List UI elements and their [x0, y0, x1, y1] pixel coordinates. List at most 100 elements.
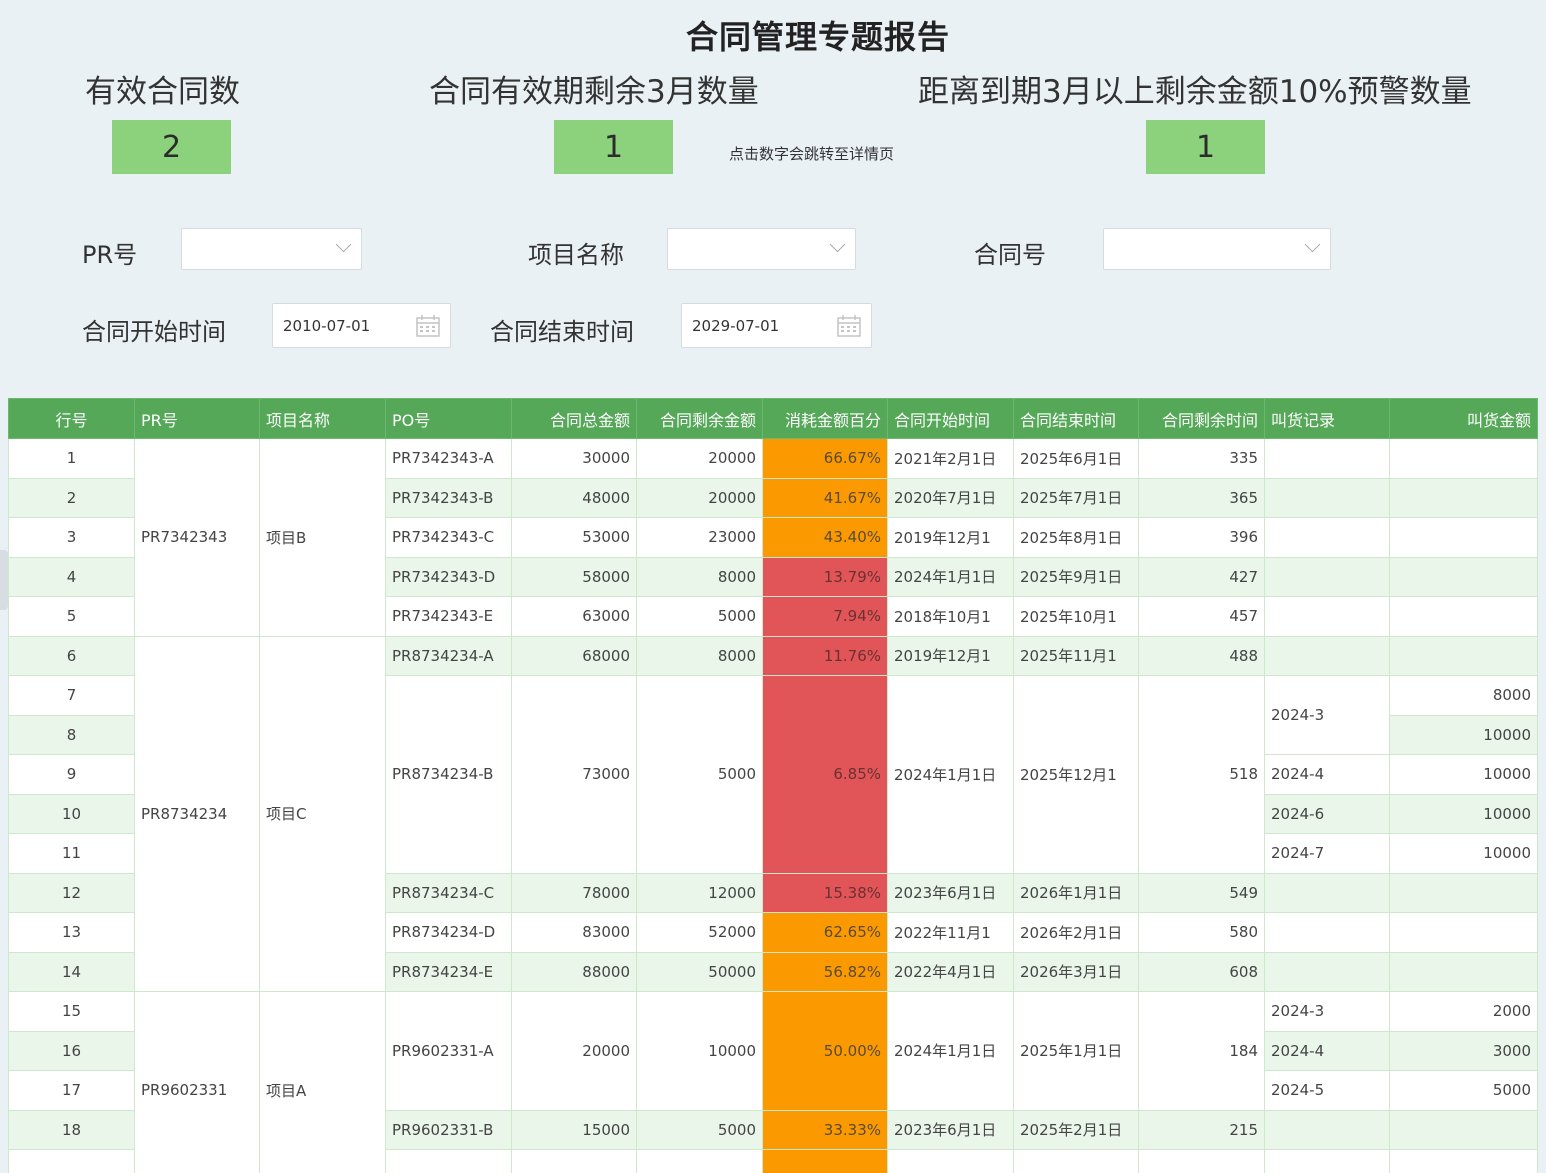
total-amount-cell: 15000	[511, 1109, 637, 1150]
order-amount-cell: 3000	[1389, 1030, 1538, 1071]
end-date-input[interactable]: 2029-07-01	[681, 303, 872, 348]
row-number-cell: 10	[8, 793, 135, 834]
calendar-icon[interactable]	[416, 315, 440, 337]
end-date-cell: 2025年7月1日	[1013, 477, 1139, 518]
header-pr[interactable]: PR号	[134, 398, 260, 439]
order-record-cell: 2024-6	[1264, 793, 1390, 834]
row-number-cell: 17	[8, 1070, 135, 1111]
row-number-cell: 8	[8, 714, 135, 755]
header-order-amount[interactable]: 叫货金额	[1389, 398, 1538, 439]
header-end-date[interactable]: 合同结束时间	[1013, 398, 1139, 439]
remaining-amount-cell: 12000	[636, 872, 763, 913]
order-amount-cell	[1389, 477, 1538, 518]
kpi-value-valid-contracts[interactable]: 2	[112, 120, 231, 174]
po-cell[interactable]: PR7342343-A	[385, 438, 512, 479]
order-amount-cell	[1389, 596, 1538, 637]
pr-filter-select[interactable]	[181, 228, 362, 270]
end-date-cell: 2026年1月1日	[1013, 872, 1139, 913]
order-amount-cell	[1389, 1109, 1538, 1150]
pr-filter-label: PR号	[82, 241, 138, 269]
kpi-value-expiring-3-months[interactable]: 1	[554, 120, 673, 174]
row-number-cell: 13	[8, 912, 135, 953]
end-date-cell: 2025年8月1日	[1013, 517, 1139, 558]
start-date-cell: 2022年4月1日	[887, 951, 1014, 992]
project-cell: 项目C	[259, 635, 386, 992]
header-order-record[interactable]: 叫货记录	[1264, 398, 1390, 439]
table-row[interactable]: 6 PR8734234 项目C PR8734234-A 68000 8000 11.76% 2…	[8, 635, 1538, 992]
order-record-cell: 2024-3	[1264, 991, 1390, 1032]
remaining-amount-cell: 5000	[636, 1109, 763, 1150]
header-remaining-amount[interactable]: 合同剩余金额	[636, 398, 763, 439]
remaining-days-cell: 457	[1138, 596, 1265, 637]
end-date-cell: 2025年2月1日	[1013, 1109, 1139, 1150]
po-cell[interactable]: PR8734234-B	[385, 675, 512, 874]
order-record-cell: 2024-5	[1264, 1070, 1390, 1111]
po-cell[interactable]: PR8734234-A	[385, 635, 512, 676]
total-amount-cell: 30000	[511, 438, 637, 479]
order-amount-cell	[1389, 872, 1538, 913]
end-date-cell	[1013, 1149, 1139, 1173]
po-cell[interactable]: PR7342343-C	[385, 517, 512, 558]
po-cell[interactable]: PR9602331-B	[385, 1109, 512, 1150]
row-number-cell: 12	[8, 872, 135, 913]
remaining-amount-cell: 23000	[636, 517, 763, 558]
remaining-amount-cell: 50000	[636, 951, 763, 992]
po-cell[interactable]	[385, 1149, 512, 1173]
order-amount-cell: 8000	[1389, 675, 1538, 716]
po-cell[interactable]: PR8734234-D	[385, 912, 512, 953]
project-cell: 项目B	[259, 438, 386, 637]
project-cell: 项目A	[259, 991, 386, 1173]
remaining-amount-cell: 20000	[636, 477, 763, 518]
order-record-cell	[1264, 517, 1390, 558]
order-record-cell	[1264, 556, 1390, 597]
start-date-cell	[887, 1149, 1014, 1173]
remaining-days-cell: 184	[1138, 991, 1265, 1111]
start-date-cell: 2019年12月1	[887, 517, 1014, 558]
order-record-cell: 2024-3	[1264, 675, 1390, 755]
kpi-value-balance-warning[interactable]: 1	[1146, 120, 1265, 174]
total-amount-cell: 73000	[511, 675, 637, 874]
header-po[interactable]: PO号	[385, 398, 512, 439]
contract-filter-select[interactable]	[1103, 228, 1331, 270]
header-consumed-pct[interactable]: 消耗金额百分	[762, 398, 888, 439]
row-number-cell: 18	[8, 1109, 135, 1150]
order-record-cell	[1264, 635, 1390, 676]
end-date-cell: 2025年6月1日	[1013, 438, 1139, 479]
start-date-cell: 2024年1月1日	[887, 675, 1014, 874]
po-cell[interactable]: PR8734234-C	[385, 872, 512, 913]
order-amount-cell	[1389, 438, 1538, 479]
header-project[interactable]: 项目名称	[259, 398, 386, 439]
consumed-pct-cell: 50.00%	[762, 991, 888, 1111]
side-panel-toggle[interactable]	[0, 550, 8, 610]
remaining-amount-cell: 8000	[636, 635, 763, 676]
total-amount-cell: 78000	[511, 872, 637, 913]
po-cell[interactable]: PR9602331-A	[385, 991, 512, 1111]
page-title: 合同管理专题报告	[685, 18, 950, 56]
header-row-number[interactable]: 行号	[8, 398, 135, 439]
order-amount-cell	[1389, 1149, 1538, 1173]
row-number-cell: 6	[8, 635, 135, 676]
order-amount-cell	[1389, 635, 1538, 676]
total-amount-cell: 63000	[511, 596, 637, 637]
start-date-input[interactable]: 2010-07-01	[272, 303, 451, 348]
po-cell[interactable]: PR8734234-E	[385, 951, 512, 992]
header-start-date[interactable]: 合同开始时间	[887, 398, 1014, 439]
row-number-cell: 14	[8, 951, 135, 992]
table-row[interactable]: 1 PR7342343 项目B PR7342343-A 30000 20000 66.67%…	[8, 438, 1538, 637]
start-date-cell: 2018年10月1	[887, 596, 1014, 637]
po-cell[interactable]: PR7342343-B	[385, 477, 512, 518]
table-row[interactable]: 15 PR9602331 项目A PR9602331-A 20000 10000 50.00…	[8, 991, 1538, 1173]
order-amount-cell: 10000	[1389, 793, 1538, 834]
project-filter-select[interactable]	[667, 228, 856, 270]
total-amount-cell: 83000	[511, 912, 637, 953]
header-remaining-days[interactable]: 合同剩余时间	[1138, 398, 1265, 439]
header-total-amount[interactable]: 合同总金额	[511, 398, 637, 439]
calendar-icon[interactable]	[837, 315, 861, 337]
order-amount-cell: 5000	[1389, 1070, 1538, 1111]
po-cell[interactable]: PR7342343-D	[385, 556, 512, 597]
po-cell[interactable]: PR7342343-E	[385, 596, 512, 637]
row-number-cell: 4	[8, 556, 135, 597]
drilldown-hint: 点击数字会跳转至详情页	[729, 145, 895, 163]
row-number-cell: 9	[8, 754, 135, 795]
row-number-cell: 5	[8, 596, 135, 637]
